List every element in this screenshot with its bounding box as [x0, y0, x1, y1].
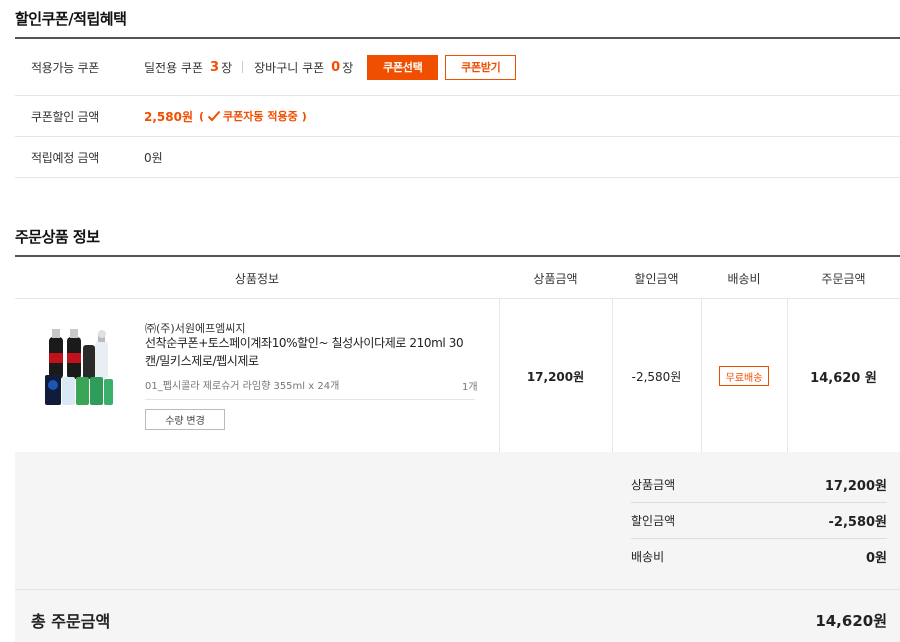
product-quantity: 1개	[462, 382, 478, 393]
expected-points-value: 0원	[144, 149, 163, 166]
order-amount: 14,620 원	[810, 370, 877, 386]
cart-coupon-count: 0	[331, 59, 341, 75]
deal-coupon-unit: 장	[221, 60, 233, 75]
product-name[interactable]: 선착순쿠폰+토스페이계좌10%할인~ 칠성사이다제로 210ml 30캔/밀키스…	[145, 334, 475, 370]
product-image[interactable]	[43, 323, 115, 409]
coupon-discount-amount: 2,580원	[144, 109, 193, 124]
benefits-section-title: 할인쿠폰/적립혜택	[15, 10, 127, 28]
column-order-amount: 주문금액	[821, 271, 866, 286]
summary-value: -2,580원	[828, 514, 887, 530]
available-coupon-label: 적용가능 쿠폰	[31, 60, 99, 75]
summary-value: 0원	[865, 550, 887, 566]
paren-open: (	[199, 109, 205, 123]
column-shipping: 배송비	[727, 271, 761, 286]
summary-row-product-price: 상품금액 17,200원	[631, 466, 887, 502]
summary-label: 할인금액	[631, 513, 676, 528]
table-row: ㈜(주)서원에프엠씨지 선착순쿠폰+토스페이계좌10%할인~ 칠성사이다제로 2…	[15, 299, 900, 453]
expected-points-row: 적립예정 금액 0원	[15, 137, 900, 178]
summary-label: 상품금액	[631, 477, 676, 492]
total-order-amount-row: 총 주문금액 14,620원	[15, 589, 900, 642]
order-items-table: 상품정보 상품금액 할인금액 배송비 주문금액 ㈜(주)서원에프엠씨지 선착순쿠…	[15, 255, 900, 453]
change-quantity-button[interactable]: 수량 변경	[145, 409, 225, 430]
summary-label: 배송비	[631, 549, 665, 564]
divider	[145, 399, 475, 400]
product-option: 01_펩시콜라 제로슈거 라임향 355ml x 24개	[145, 381, 340, 392]
coupon-benefits-table: 적용가능 쿠폰 딜전용 쿠폰 3 장 장바구니 쿠폰 0 장 쿠폰선택 쿠폰받기…	[15, 37, 900, 178]
column-product-info: 상품정보	[234, 271, 280, 286]
summary-value: 17,200원	[824, 478, 887, 494]
product-price: 17,200원	[526, 369, 585, 384]
cart-coupon-unit: 장	[342, 60, 354, 75]
check-icon	[207, 110, 221, 122]
free-shipping-badge: 무료배송	[719, 366, 769, 386]
divider	[242, 61, 244, 73]
auto-applied-note: ( 쿠폰자동 적용중 )	[199, 108, 307, 124]
select-coupon-button[interactable]: 쿠폰선택	[367, 54, 439, 80]
coupon-discount-value: 2,580원 ( 쿠폰자동 적용중 )	[144, 108, 307, 125]
deal-coupon-count: 3	[210, 59, 220, 75]
order-section-title: 주문상품 정보	[15, 228, 100, 246]
cart-coupon-label: 장바구니 쿠폰	[254, 60, 325, 75]
summary-row-discount: 할인금액 -2,580원	[631, 502, 887, 538]
shipping-cell: 무료배송	[701, 299, 787, 453]
table-header: 상품정보 상품금액 할인금액 배송비 주문금액	[15, 257, 900, 299]
expected-points-amount: 0원	[144, 150, 163, 165]
price-summary: 상품금액 17,200원 할인금액 -2,580원 배송비 0원	[15, 452, 900, 589]
total-order-label: 총 주문금액	[31, 612, 111, 631]
summary-row-shipping: 배송비 0원	[631, 538, 887, 574]
available-coupon-row: 적용가능 쿠폰 딜전용 쿠폰 3 장 장바구니 쿠폰 0 장 쿠폰선택 쿠폰받기	[15, 39, 900, 96]
auto-applied-text: 쿠폰자동 적용중	[223, 110, 298, 123]
coupon-discount-row: 쿠폰할인 금액 2,580원 ( 쿠폰자동 적용중 )	[15, 96, 900, 137]
paren-close: )	[301, 109, 307, 123]
column-discount: 할인금액	[634, 271, 679, 286]
column-product-price: 상품금액	[533, 271, 578, 286]
expected-points-label: 적립예정 금액	[31, 150, 99, 165]
deal-coupon-label: 딜전용 쿠폰	[144, 60, 204, 75]
coupon-counts: 딜전용 쿠폰 3 장 장바구니 쿠폰 0 장 쿠폰선택 쿠폰받기	[144, 54, 517, 80]
coupon-discount-label: 쿠폰할인 금액	[31, 109, 99, 124]
total-order-value: 14,620원	[815, 612, 887, 630]
discount-amount: -2,580원	[631, 369, 682, 384]
receive-coupon-button[interactable]: 쿠폰받기	[445, 54, 517, 80]
